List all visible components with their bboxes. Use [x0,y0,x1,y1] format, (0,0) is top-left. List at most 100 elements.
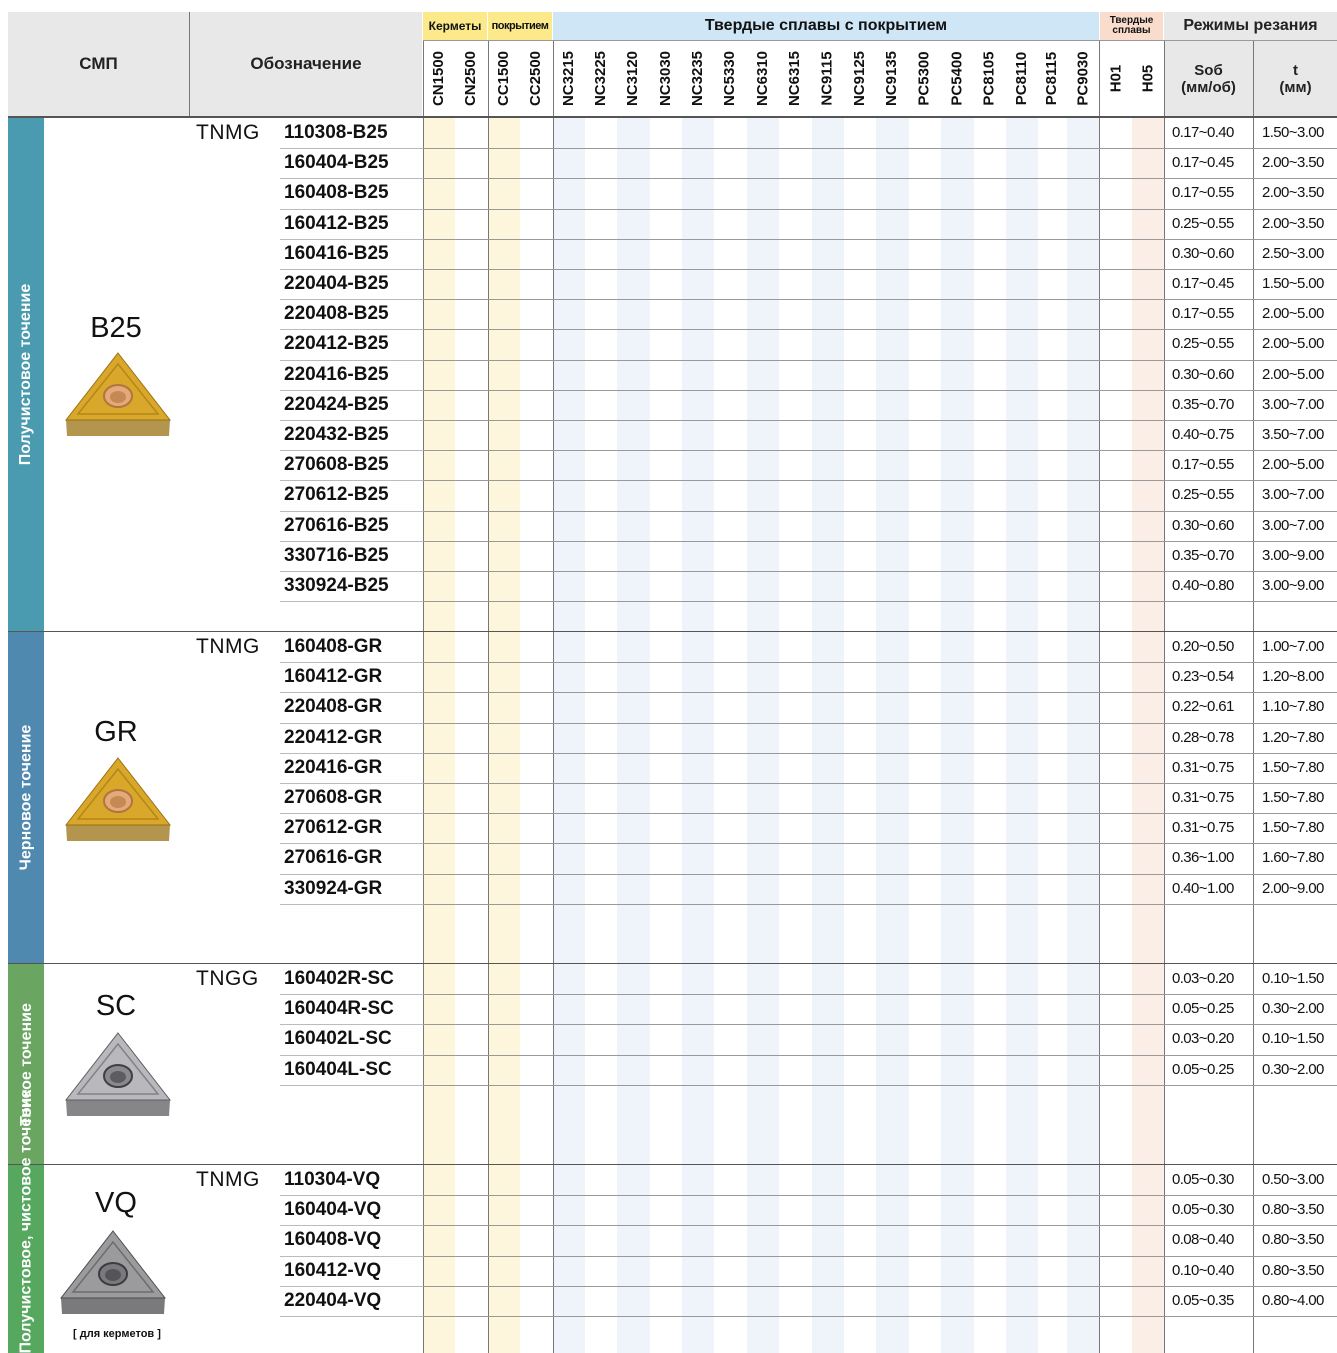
feed-range: 0.05~0.30 [1172,1171,1234,1188]
grade-header-h05: H05 [1132,40,1163,116]
grade-column-cc1500 [488,117,520,1353]
grade-label: NC6310 [754,50,772,106]
insert-code: 160412-GR [284,666,383,688]
insert-prefix: TNMG [196,635,260,658]
insert-code: 160408-VQ [284,1229,382,1251]
grade-label: PC5300 [916,50,933,106]
depth-range: 0.80~3.50 [1262,1201,1324,1219]
feed-range: 0.30~0.60 [1172,516,1234,534]
grade-label: NC9115 [819,50,836,106]
sidebar-gr: Черновое точение [8,632,44,963]
insert-code: 270612-B25 [284,484,389,506]
column-divider [488,40,489,1353]
insert-code: 160412-B25 [284,212,389,234]
depth-range: 3.00~7.00 [1262,516,1324,534]
shape-label-sc: SC [95,990,137,1022]
insert-code: 160404-B25 [284,152,389,174]
depth-range: 1.50~7.80 [1262,758,1324,776]
grade-header-pc8115: PC8115 [1038,40,1066,116]
depth-range: 1.00~7.00 [1262,638,1324,655]
feed-range: 0.17~0.55 [1172,184,1234,202]
insert-code: 220424-B25 [284,393,389,415]
depth-range: 2.00~5.00 [1262,456,1324,474]
band-carbides: Твердые сплавы [1100,12,1163,40]
depth-range: 2.50~3.00 [1262,244,1324,262]
grade-column-cn1500 [423,117,455,1353]
band-cermets: Керметы [423,12,487,40]
grade-column-nc3215 [553,117,585,1353]
depth-range: 1.20~7.80 [1262,728,1324,746]
insert-code: 110308-B25 [284,122,388,143]
sidebar-vq: Получистовое, чистовое точение [8,1088,44,1353]
grade-header-nc3030: NC3030 [650,40,681,116]
band-coated-carbides: Твердые сплавы с покрытием [553,12,1099,40]
feed-range: 0.05~0.35 [1172,1291,1234,1309]
depth-range: 0.10~1.50 [1262,970,1324,987]
depth-label: t [1293,61,1298,79]
feed-range: 0.03~0.20 [1172,1030,1234,1048]
row-divider [423,904,1337,905]
grade-label: CN2500 [462,50,480,106]
grade-header-nc9125: NC9125 [844,40,875,116]
grade-label: PC8110 [1013,51,1031,105]
sidebar-label: Получистовое, чистовое точение [17,1088,35,1353]
insert-note: [ для керметов ] [73,1328,161,1340]
insert-code: 220416-B25 [284,363,389,385]
insert-code: 110304-VQ [284,1169,381,1190]
row-divider [423,601,1337,602]
feed-range: 0.31~0.75 [1172,789,1234,806]
triangle-insert-gold-icon [63,350,173,440]
row-divider [423,1085,1337,1086]
grade-header-pc8105: PC8105 [974,40,1005,116]
insert-code: 160412-VQ [284,1259,382,1281]
shape-label-b25: B25 [90,312,142,344]
grade-header-pc8110: PC8110 [1006,40,1037,116]
insert-code: 220408-B25 [284,303,389,325]
depth-range: 3.50~7.00 [1262,426,1324,443]
feed-range: 0.17~0.45 [1172,275,1234,292]
sidebar-label: Черновое точение [17,724,35,871]
triangle-insert-silver-icon [63,1030,173,1120]
grade-label: NC3225 [592,50,610,106]
depth-range: 0.30~2.00 [1262,1000,1324,1018]
depth-range: 1.50~3.00 [1262,124,1324,141]
depth-range: 3.00~9.00 [1262,546,1324,564]
depth-range: 1.60~7.80 [1262,849,1324,867]
insert-code: 330924-GR [284,877,383,899]
grade-header-cc2500: CC2500 [520,40,552,116]
grade-header-cn2500: CN2500 [455,40,487,116]
depth-range: 2.00~3.50 [1262,214,1324,232]
grade-label: PC9030 [1074,50,1092,106]
depth-range: 3.00~7.00 [1262,395,1324,413]
sidebar-b25: Получистовое точение [8,118,44,631]
depth-range: 1.50~5.00 [1262,275,1324,292]
header-depth: t (мм) [1254,41,1337,116]
depth-range: 2.00~5.00 [1262,365,1324,383]
insert-code: 160404-VQ [284,1199,382,1221]
feed-range: 0.17~0.40 [1172,124,1234,141]
grade-label: PC8115 [1043,51,1061,105]
grade-label: NC3235 [689,50,707,106]
insert-code: 270616-GR [284,847,383,869]
depth-range: 2.00~5.00 [1262,305,1324,323]
feed-range: 0.05~0.25 [1172,1000,1234,1018]
grade-label: PC8105 [981,50,998,106]
feed-range: 0.31~0.75 [1172,758,1234,776]
code-underline [280,1085,423,1086]
grade-label: NC6315 [786,50,804,106]
grade-column-nc9115 [812,117,844,1353]
grade-column-h05 [1132,117,1164,1353]
feed-range: 0.05~0.30 [1172,1201,1234,1219]
depth-range: 0.80~4.00 [1262,1291,1324,1309]
header-band-line [423,40,1337,41]
insert-code: 220404-B25 [284,273,389,294]
feed-range: 0.17~0.55 [1172,456,1234,474]
insert-code: 220416-GR [284,756,383,778]
insert-code: 160402L-SC [284,1028,392,1050]
column-divider [1099,40,1100,1353]
grade-header-pc9030: PC9030 [1067,40,1099,116]
depth-range: 1.10~7.80 [1262,698,1324,716]
code-underline [280,904,423,905]
depth-unit: (мм) [1279,78,1312,96]
shape-label-vq: VQ [95,1187,137,1219]
